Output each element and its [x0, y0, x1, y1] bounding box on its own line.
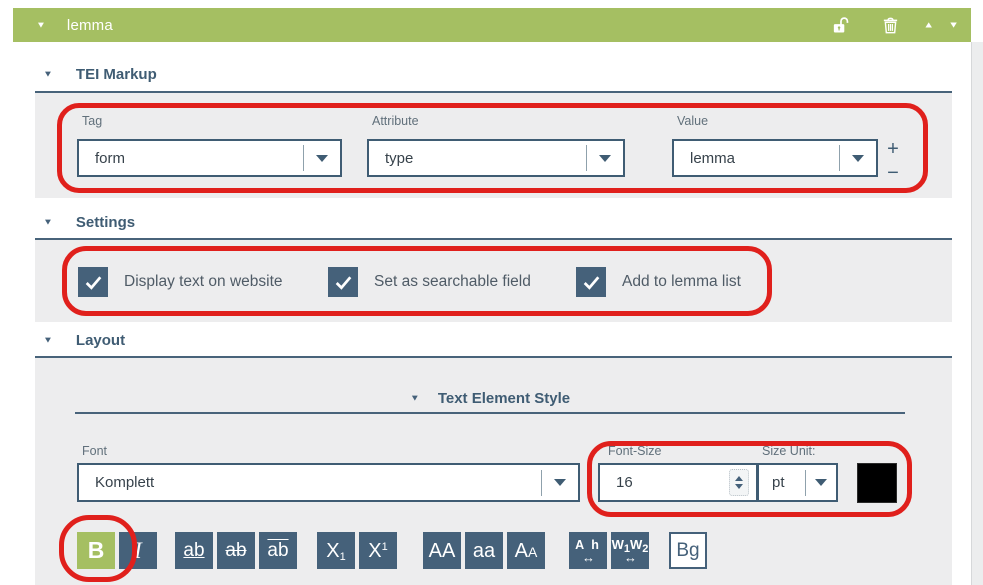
checkbox-checked-icon[interactable] [576, 267, 606, 297]
style-button-word-spacing[interactable]: W1W2↔ [611, 532, 649, 569]
lemma-element-editor: ▼ lemma ▲ ▼ ▼ TEI Markup T [0, 0, 983, 585]
subscript-glyph: X1 [326, 541, 345, 561]
collapse-caret-icon[interactable]: ▼ [43, 336, 53, 345]
style-button-subscript[interactable]: X1 [317, 532, 355, 569]
section-title: Settings [76, 214, 135, 231]
stepper-up-icon[interactable] [735, 476, 743, 481]
style-button-superscript[interactable]: X1 [359, 532, 397, 569]
value-select[interactable]: lemma [672, 139, 878, 177]
font-size-label: Font-Size [608, 444, 662, 458]
chevron-down-icon[interactable] [840, 155, 876, 162]
checkbox-label: Add to lemma list [622, 273, 741, 291]
move-down-icon[interactable]: ▼ [948, 20, 959, 30]
bold-glyph: B [88, 539, 105, 562]
font-select[interactable]: Komplett [77, 463, 580, 502]
scrollbar[interactable] [971, 42, 983, 585]
section-header-tei-markup[interactable]: ▼ TEI Markup [43, 66, 157, 83]
checkbox-display-text-on-website[interactable]: Display text on website [78, 267, 283, 297]
number-stepper[interactable] [729, 469, 749, 496]
style-button-overline[interactable]: ab [259, 532, 297, 569]
overline-glyph: ab [267, 541, 288, 560]
add-attribute-button[interactable]: + [882, 138, 904, 160]
superscript-glyph: X1 [368, 541, 387, 561]
element-header[interactable]: ▼ lemma ▲ ▼ [13, 8, 971, 42]
background-color-glyph: Bg [676, 541, 699, 560]
smallcaps-glyph: AA [515, 541, 538, 561]
checkbox-label: Set as searchable field [374, 273, 531, 291]
style-buttons-row: B Iab ab ab X1 X1 AA aa AA A h↔W1W2↔ Bg [77, 532, 707, 569]
style-button-smallcaps[interactable]: AA [507, 532, 545, 569]
size-unit-select-value: pt [759, 474, 805, 491]
tag-select-value: form [79, 150, 303, 167]
remove-attribute-button[interactable]: − [882, 162, 904, 184]
chevron-down-icon[interactable] [587, 155, 623, 162]
style-button-lowercase[interactable]: aa [465, 532, 503, 569]
section-title: Layout [76, 332, 125, 349]
attribute-label: Attribute [372, 114, 419, 128]
style-button-letter-spacing[interactable]: A h↔ [569, 532, 607, 569]
checkbox-add-to-lemma-list[interactable]: Add to lemma list [576, 267, 741, 297]
chevron-down-icon[interactable] [542, 479, 578, 486]
subsection-divider [75, 412, 905, 414]
attribute-select[interactable]: type [367, 139, 625, 177]
strikethrough-glyph: ab [225, 541, 246, 560]
font-size-input[interactable]: 16 [598, 463, 758, 502]
subsection-header-text-element-style[interactable]: ▼ Text Element Style [75, 390, 905, 407]
delete-icon[interactable] [879, 14, 901, 36]
font-select-value: Komplett [79, 474, 541, 491]
element-title: lemma [67, 17, 113, 34]
font-size-value: 16 [600, 474, 729, 491]
style-button-uppercase[interactable]: AA [423, 532, 461, 569]
value-label: Value [677, 114, 708, 128]
checkbox-checked-icon[interactable] [328, 267, 358, 297]
chevron-down-icon[interactable] [304, 155, 340, 162]
collapse-caret-icon[interactable]: ▼ [43, 70, 53, 79]
tag-label: Tag [82, 114, 102, 128]
unlock-icon[interactable] [829, 14, 851, 36]
style-button-italic[interactable]: I [119, 532, 157, 569]
tag-select[interactable]: form [77, 139, 342, 177]
move-up-icon[interactable]: ▲ [923, 20, 934, 30]
subsection-title: Text Element Style [438, 390, 570, 407]
section-title: TEI Markup [76, 66, 157, 83]
section-header-settings[interactable]: ▼ Settings [43, 214, 135, 231]
collapse-caret-icon[interactable]: ▼ [43, 218, 53, 227]
checkbox-label: Display text on website [124, 273, 283, 291]
checkbox-set-as-searchable-field[interactable]: Set as searchable field [328, 267, 531, 297]
horizontal-arrow-icon: ↔ [582, 553, 594, 562]
attribute-select-value: type [369, 150, 586, 167]
font-label: Font [82, 444, 107, 458]
underline-glyph: ab [183, 541, 204, 560]
collapse-caret-icon[interactable]: ▼ [36, 20, 46, 29]
text-color-swatch[interactable] [857, 463, 897, 503]
stepper-down-icon[interactable] [735, 484, 743, 489]
collapse-caret-icon[interactable]: ▼ [410, 394, 420, 403]
size-unit-select[interactable]: pt [757, 463, 838, 502]
style-button-strikethrough[interactable]: ab [217, 532, 255, 569]
style-button-underline[interactable]: ab [175, 532, 213, 569]
value-select-value: lemma [674, 150, 839, 167]
checkbox-checked-icon[interactable] [78, 267, 108, 297]
uppercase-glyph: AA [429, 541, 456, 561]
size-unit-label: Size Unit: [762, 444, 816, 458]
lowercase-glyph: aa [473, 541, 495, 561]
style-button-background-color[interactable]: Bg [669, 532, 707, 569]
italic-glyph: I [134, 539, 142, 562]
style-button-bold[interactable]: B [77, 532, 115, 569]
chevron-down-icon[interactable] [806, 479, 836, 486]
section-header-layout[interactable]: ▼ Layout [43, 332, 125, 349]
